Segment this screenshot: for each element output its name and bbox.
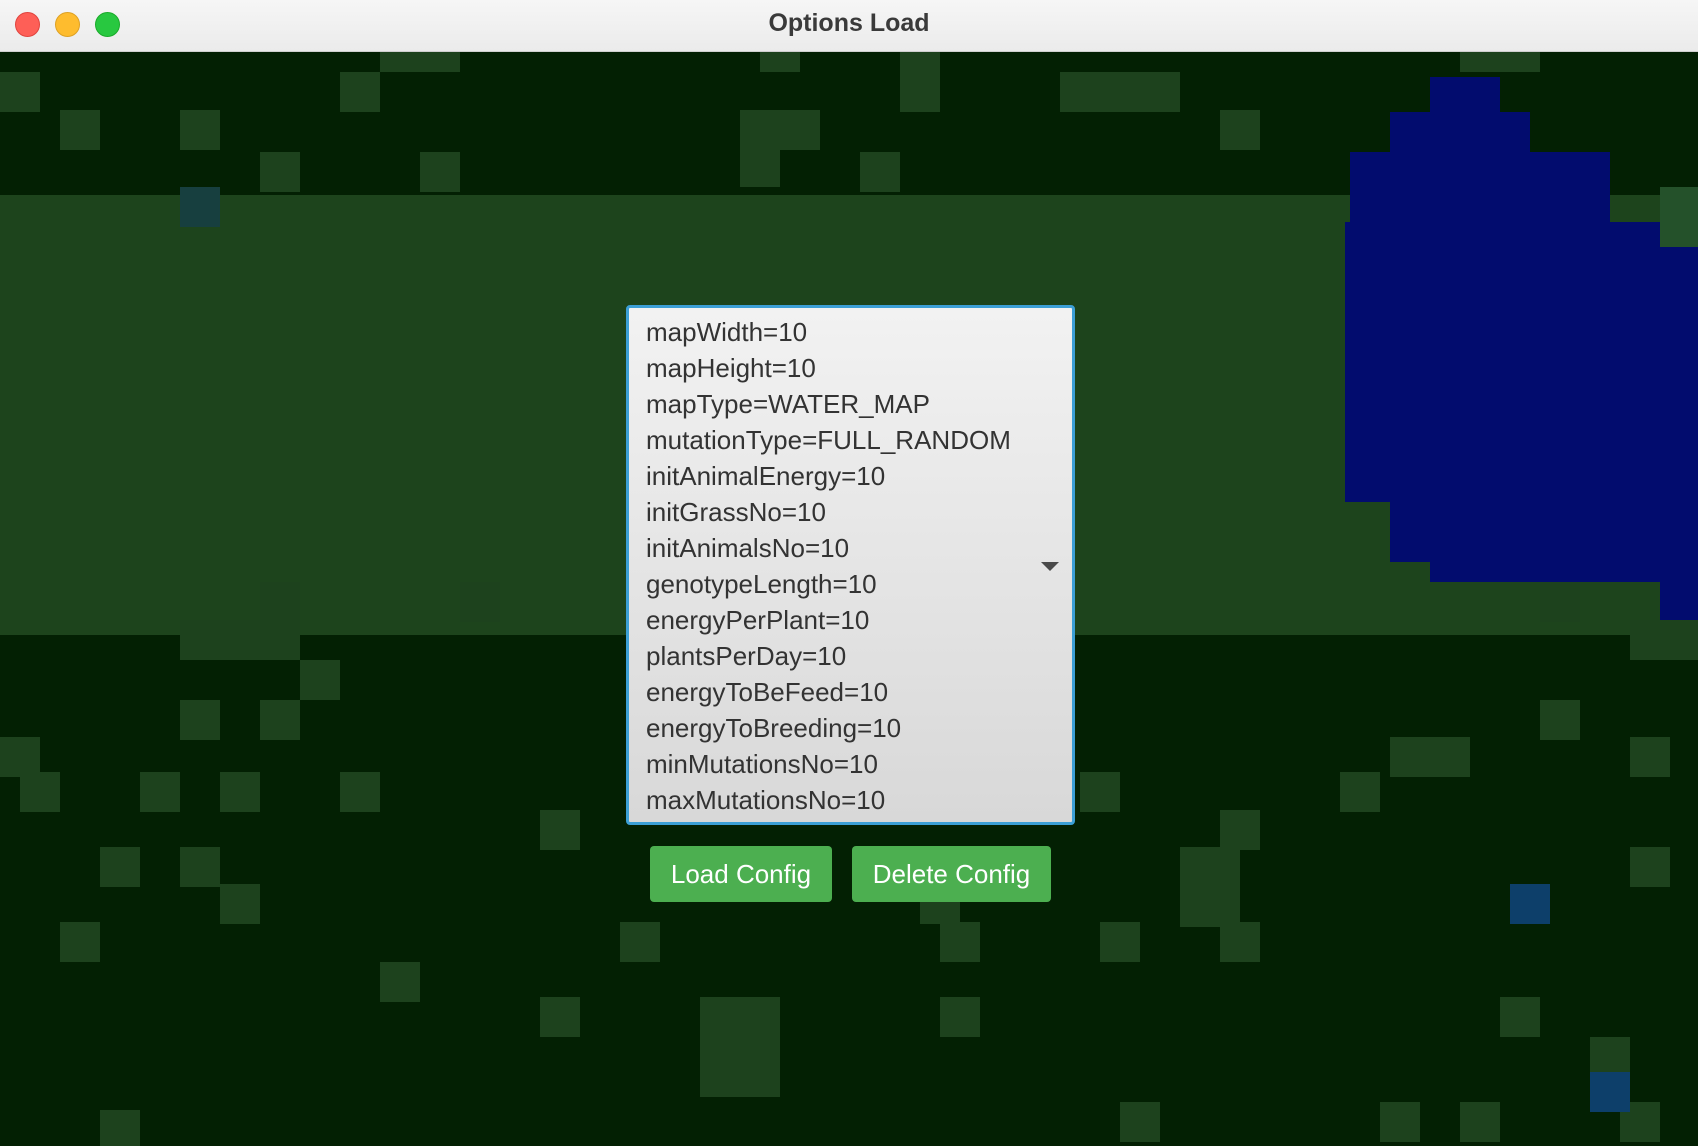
chevron-down-icon[interactable] [1041, 562, 1059, 571]
map-tile [260, 582, 300, 622]
map-tile [340, 772, 380, 812]
config-line: maxMutationsNo=10 [646, 785, 886, 815]
map-tile [420, 152, 460, 192]
config-line: minMutationsNo=10 [646, 749, 878, 779]
config-line: plantsPerDay=10 [646, 641, 847, 671]
map-tile [1390, 737, 1470, 777]
map-tile [260, 152, 300, 192]
map-tile [900, 52, 940, 112]
map-tile [1220, 922, 1260, 962]
title-bar: Options Load [0, 0, 1698, 52]
map-tile [340, 72, 380, 112]
map-tile [20, 772, 60, 812]
map-tile [1660, 187, 1698, 247]
config-lines: mapWidth=10 mapHeight=10 mapType=WATER_M… [646, 314, 1011, 818]
map-tile [760, 52, 800, 72]
map-tile [220, 772, 260, 812]
map-tile [1590, 1072, 1630, 1112]
map-tile [1220, 110, 1260, 150]
map-tile [260, 700, 300, 740]
map-tile [100, 847, 140, 887]
map-tile [1630, 737, 1670, 777]
map-tile [1060, 72, 1180, 112]
water-area [1345, 222, 1698, 502]
config-line: energyToBeFeed=10 [646, 677, 889, 707]
map-tile [940, 997, 980, 1037]
map-tile [1630, 620, 1698, 660]
map-tile [1590, 1037, 1630, 1077]
map-tile [1100, 922, 1140, 962]
map-tile [1500, 997, 1540, 1037]
map-tile [1540, 700, 1580, 740]
config-select-dropdown[interactable]: mapWidth=10 mapHeight=10 mapType=WATER_M… [626, 305, 1075, 825]
map-tile [1220, 810, 1260, 850]
options-load-window: Options Load mapWidth=10 mapHeight=10 ma… [0, 0, 1698, 1146]
map-tile [700, 997, 780, 1097]
window-title: Options Load [768, 9, 930, 37]
map-tile [1540, 582, 1580, 622]
map-tile [0, 737, 40, 777]
map-tile [380, 962, 420, 1002]
map-tile [1120, 1102, 1160, 1142]
map-tile [180, 847, 220, 887]
map-tile [180, 700, 220, 740]
map-tile [180, 620, 300, 660]
map-tile [380, 52, 460, 72]
config-line: mapWidth=10 [646, 317, 808, 347]
map-tile [540, 810, 580, 850]
map-tile [220, 884, 260, 924]
map-tile [1460, 1102, 1500, 1142]
map-tile [940, 922, 980, 962]
config-line: mutationType=FULL_RANDOM [646, 425, 1011, 455]
map-tile [180, 110, 220, 150]
map-tile [1460, 52, 1540, 72]
map-tile [300, 660, 340, 700]
map-tile [60, 110, 100, 150]
map-tile [460, 582, 500, 622]
map-tile [540, 997, 580, 1037]
map-tile [860, 152, 900, 192]
map-tile [1630, 847, 1670, 887]
map-tile [100, 1110, 140, 1146]
map-tile [140, 772, 180, 812]
config-line: mapType=WATER_MAP [646, 389, 930, 419]
map-tile [740, 110, 820, 150]
config-line: initAnimalsNo=10 [646, 533, 850, 563]
config-line: energyPerPlant=10 [646, 605, 870, 635]
map-tile [180, 187, 220, 227]
map-tile [1180, 847, 1240, 927]
config-line: mapHeight=10 [646, 353, 816, 383]
map-tile [1380, 1102, 1420, 1142]
config-line: genotypeLength=10 [646, 569, 877, 599]
load-config-button[interactable]: Load Config [650, 846, 832, 902]
map-tile [1340, 772, 1380, 812]
map-tile [0, 72, 40, 112]
map-tile [1080, 772, 1120, 812]
config-line: energyToBreeding=10 [646, 713, 902, 743]
map-tile [740, 147, 780, 187]
map-tile [1510, 884, 1550, 924]
config-line: initAnimalEnergy=10 [646, 461, 886, 491]
config-line: initGrassNo=10 [646, 497, 826, 527]
delete-config-button[interactable]: Delete Config [852, 846, 1051, 902]
map-tile [60, 922, 100, 962]
water-area [1430, 552, 1698, 582]
map-tile [620, 922, 660, 962]
